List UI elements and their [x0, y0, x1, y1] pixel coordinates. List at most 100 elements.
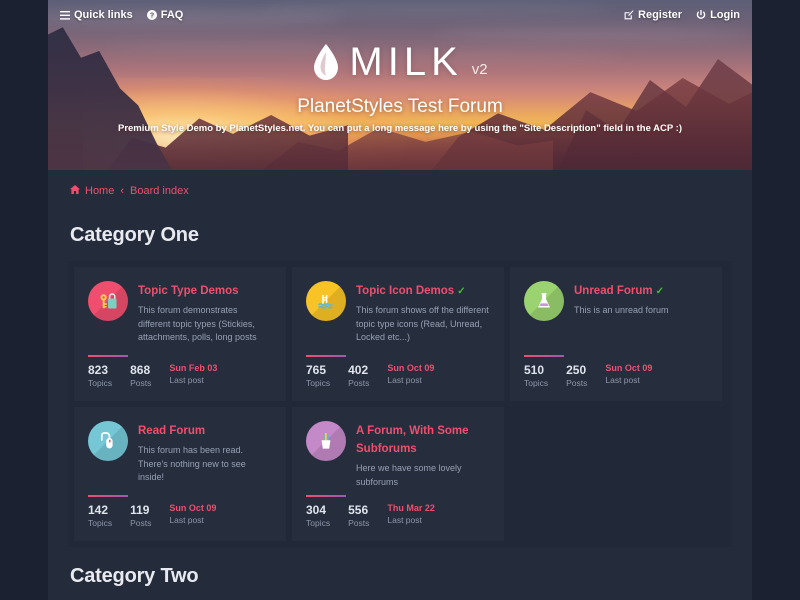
last-post-label: Last post — [387, 374, 422, 385]
card-divider — [524, 355, 564, 357]
forum-card[interactable]: Unread Forum ✓ This is an unread forum 51… — [510, 267, 722, 401]
posts-count: 556 — [348, 503, 369, 518]
milk-drop-icon — [312, 43, 340, 81]
question-circle-icon: ? — [146, 10, 157, 20]
forum-description: Here we have some lovely subforums — [356, 463, 462, 487]
last-post-stat[interactable]: Sun Oct 09 Last post — [387, 363, 434, 385]
forum-title-link[interactable]: Topic Type Demos — [138, 285, 239, 297]
posts-stat: 556 Posts — [348, 503, 369, 529]
category-title-two: Category Two — [70, 565, 199, 587]
posts-stat: 119 Posts — [130, 503, 151, 529]
posts-label: Posts — [566, 378, 588, 389]
posts-stat: 868 Posts — [130, 363, 151, 389]
breadcrumb-home-link[interactable]: Home — [70, 185, 114, 197]
nav-right-group: Register Login — [624, 9, 740, 21]
forum-description: This is an unread forum — [574, 305, 669, 315]
forum-description: This forum has been read. There's nothin… — [138, 445, 246, 483]
forum-description: This forum demonstrates different topic … — [138, 305, 257, 343]
page-body: Home ‹ Board index Category One Topic Ty… — [48, 170, 752, 600]
breadcrumb-board-index-link[interactable]: Board index — [130, 185, 189, 197]
mouse-icon — [88, 421, 128, 461]
forum-title-link[interactable]: A Forum, With Some Subforums — [356, 425, 469, 455]
forum-card[interactable]: Topic Icon Demos ✓ This forum shows off t… — [292, 267, 504, 401]
card-divider — [88, 495, 128, 497]
register-button[interactable]: Register — [624, 9, 682, 21]
lock-key-icon — [88, 281, 128, 321]
top-navigation-bar: Quick links ? FAQ Register Login — [48, 0, 752, 30]
last-post-label: Last post — [387, 514, 422, 525]
forum-card-text: Topic Icon Demos ✓ This forum shows off t… — [356, 281, 490, 344]
topics-count: 142 — [88, 503, 109, 518]
power-icon — [696, 10, 706, 20]
topics-stat: 823 Topics — [88, 363, 112, 389]
posts-stat: 402 Posts — [348, 363, 369, 389]
last-post-date: Sun Oct 09 — [169, 503, 217, 514]
forum-title-link[interactable]: Read Forum — [138, 425, 205, 437]
login-button[interactable]: Login — [696, 9, 740, 21]
unread-check-icon: ✓ — [655, 286, 664, 297]
forum-card-head: Read Forum This forum has been read. The… — [88, 421, 272, 484]
forum-title-link[interactable]: Unread Forum — [574, 285, 653, 297]
topics-label: Topics — [88, 518, 113, 529]
last-post-stat[interactable]: Thu Mar 22 Last post — [387, 503, 435, 525]
forum-stats: 765 Topics 402 Posts Sun Oct 09 Last pos… — [306, 363, 434, 389]
forum-card[interactable]: A Forum, With Some Subforums Here we hav… — [292, 407, 504, 541]
svg-text:?: ? — [149, 11, 154, 20]
site-title: PlanetStyles Test Forum — [297, 96, 503, 117]
faq-link[interactable]: ? FAQ — [146, 9, 184, 21]
last-post-date: Sun Oct 09 — [605, 363, 653, 374]
forum-stats: 510 Topics 250 Posts Sun Oct 09 Last pos… — [524, 363, 652, 389]
breadcrumb-current-label: Board index — [130, 185, 189, 197]
card-divider — [306, 355, 346, 357]
forum-card-head: Unread Forum ✓ This is an unread forum — [524, 281, 708, 321]
forum-card-text: Read Forum This forum has been read. The… — [138, 421, 272, 484]
breadcrumb-separator: ‹ — [120, 185, 125, 197]
last-post-label: Last post — [605, 374, 640, 385]
forum-card[interactable]: Read Forum This forum has been read. The… — [74, 407, 286, 541]
hamburger-icon — [60, 10, 70, 20]
topics-stat: 142 Topics — [88, 503, 112, 529]
posts-count: 868 — [130, 363, 151, 378]
login-label: Login — [710, 9, 740, 21]
site-description: Premium Style Demo by PlanetStyles.net. … — [117, 123, 682, 134]
forum-grid-category-one: Topic Type Demos This forum demonstrates… — [68, 261, 732, 547]
logo-row[interactable]: MILK v2 — [48, 42, 752, 82]
card-divider — [88, 355, 128, 357]
last-post-stat[interactable]: Sun Feb 03 Last post — [169, 363, 217, 385]
pencil-square-icon — [624, 10, 634, 20]
last-post-label: Last post — [169, 514, 204, 525]
last-post-date: Thu Mar 22 — [387, 503, 435, 514]
posts-stat: 250 Posts — [566, 363, 587, 389]
forum-stats: 304 Topics 556 Posts Thu Mar 22 Last pos… — [306, 503, 435, 529]
breadcrumb-home-label: Home — [85, 185, 115, 197]
logo-wordmark: MILK — [349, 40, 463, 84]
forum-card-text: Topic Type Demos This forum demonstrates… — [138, 281, 272, 344]
topics-count: 765 — [306, 363, 327, 378]
posts-label: Posts — [130, 378, 152, 389]
register-label: Register — [638, 9, 683, 21]
last-post-stat[interactable]: Sun Oct 09 Last post — [605, 363, 652, 385]
forum-card-text: A Forum, With Some Subforums Here we hav… — [356, 421, 490, 489]
posts-label: Posts — [348, 518, 370, 529]
topics-stat: 510 Topics — [524, 363, 548, 389]
forum-stats: 823 Topics 868 Posts Sun Feb 03 Last pos… — [88, 363, 217, 389]
forum-card-head: Topic Type Demos This forum demonstrates… — [88, 281, 272, 344]
posts-label: Posts — [348, 378, 370, 389]
forum-title-link[interactable]: Topic Icon Demos — [356, 285, 454, 297]
last-post-date: Sun Feb 03 — [169, 363, 218, 374]
unread-check-icon: ✓ — [457, 286, 466, 297]
last-post-stat[interactable]: Sun Oct 09 Last post — [169, 503, 216, 525]
quick-links-button[interactable]: Quick links — [60, 9, 133, 21]
site-logo-block: MILK v2 PlanetStyles Test Forum Premium … — [48, 42, 752, 134]
topics-count: 510 — [524, 363, 545, 378]
logo-version: v2 — [471, 61, 488, 78]
site-header-banner: Quick links ? FAQ Register Login MILK v2… — [48, 0, 752, 170]
page-root: Quick links ? FAQ Register Login MILK v2… — [0, 0, 800, 600]
quick-links-label: Quick links — [74, 9, 133, 21]
category-title-one: Category One — [70, 224, 199, 246]
forum-card[interactable]: Topic Type Demos This forum demonstrates… — [74, 267, 286, 401]
faq-label: FAQ — [160, 9, 184, 21]
forum-card-head: Topic Icon Demos ✓ This forum shows off t… — [306, 281, 490, 344]
last-post-date: Sun Oct 09 — [387, 363, 435, 374]
topics-label: Topics — [88, 378, 113, 389]
